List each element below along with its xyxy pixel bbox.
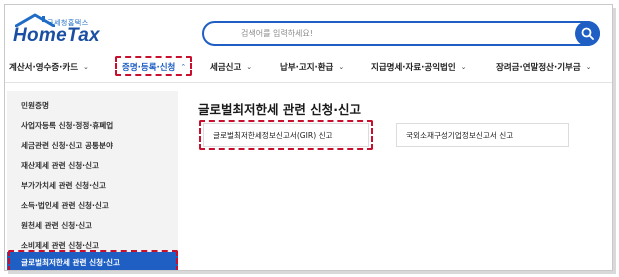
- highlight-box-nav: [115, 56, 192, 76]
- menu-card-label: 국외소재구성기업정보신고서 신고: [406, 130, 514, 140]
- sidebar-item-label: 사업자등록 신청·정정·휴폐업: [21, 120, 114, 130]
- nav-item-tax-filing[interactable]: 세금신고 ⌄: [210, 57, 252, 77]
- search-button[interactable]: [575, 21, 600, 46]
- page-title: 글로벌최저한세 관련 신청·신고: [198, 102, 361, 117]
- highlight-box-card: [199, 120, 373, 150]
- nav-item-statements[interactable]: 지급명세·자료·공익법인 ⌄: [371, 57, 467, 77]
- chevron-down-icon: ⌄: [83, 63, 89, 71]
- search-placeholder: 검색어를 입력하세요!: [241, 29, 313, 38]
- sidebar-item-income-corporate-tax[interactable]: 소득·법인세 관련 신청·신고: [7, 195, 178, 215]
- nav-item-invoices[interactable]: 계산서·영수증·카드 ⌄: [9, 57, 89, 77]
- sidebar-item-civil-certificates[interactable]: 민원증명: [7, 95, 178, 115]
- hometax-window: 국세청홈택스 HomeTax 검색어를 입력하세요! 계산서·영수증·카드 ⌄ …: [4, 4, 613, 271]
- hometax-logo[interactable]: 국세청홈택스 HomeTax: [13, 13, 103, 47]
- nav-divider: [5, 82, 612, 83]
- sidebar-item-withholding-tax[interactable]: 원천세 관련 신청·신고: [7, 215, 178, 235]
- sidebar-item-vat[interactable]: 부가가치세 관련 신청·신고: [7, 175, 178, 195]
- nav-item-label: 세금신고: [210, 63, 242, 73]
- sidebar-item-property-tax[interactable]: 재산제세 관련 신청·신고: [7, 155, 178, 175]
- nav-item-label: 장려금·연말정산·기부금: [496, 63, 581, 73]
- sidebar-item-label: 부가가치세 관련 신청·신고: [21, 180, 107, 190]
- sidebar-item-common-tax[interactable]: 세금관련 신청·신고 공통분야: [7, 135, 178, 155]
- nav-item-incentives[interactable]: 장려금·연말정산·기부금 ⌄: [496, 57, 592, 77]
- logo-wordmark: HomeTax: [13, 25, 100, 46]
- sidebar-item-label: 세금관련 신청·신고 공통분야: [21, 140, 114, 150]
- chevron-down-icon: ⌄: [338, 63, 345, 71]
- highlight-box-sidebar: [8, 250, 178, 270]
- chevron-down-icon: ⌄: [460, 63, 467, 71]
- nav-item-label: 납부·고지·환급: [280, 63, 334, 73]
- menu-card-foreign-entity-report[interactable]: 국외소재구성기업정보신고서 신고: [396, 123, 569, 147]
- sidebar-item-label: 재산제세 관련 신청·신고: [21, 160, 100, 170]
- search-input[interactable]: 검색어를 입력하세요!: [202, 21, 600, 46]
- sidebar-item-label: 소비제세 관련 신청·신고: [21, 240, 100, 250]
- nav-item-payment[interactable]: 납부·고지·환급 ⌄: [280, 57, 344, 77]
- chevron-down-icon: ⌄: [585, 63, 592, 71]
- frame-shadow-right: [613, 8, 616, 274]
- chevron-down-icon: ⌄: [246, 63, 253, 71]
- sidebar-item-label: 소득·법인세 관련 신청·신고: [21, 200, 109, 210]
- nav-item-label: 지급명세·자료·공익법인: [371, 63, 456, 73]
- sidebar-item-label: 원천세 관련 신청·신고: [21, 220, 93, 230]
- search-icon: [581, 27, 594, 40]
- nav-item-label: 계산서·영수증·카드: [9, 63, 79, 73]
- sidebar-item-label: 민원증명: [21, 100, 49, 110]
- sidebar: 민원증명 사업자등록 신청·정정·휴폐업 세금관련 신청·신고 공통분야 재산제…: [7, 91, 178, 270]
- sidebar-item-business-registration[interactable]: 사업자등록 신청·정정·휴폐업: [7, 115, 178, 135]
- main-nav: 계산서·영수증·카드 ⌄ 증명·등록·신청 ⌃ 세금신고 ⌄ 납부·고지·환급 …: [5, 57, 612, 79]
- frame-shadow-bottom: [8, 271, 616, 274]
